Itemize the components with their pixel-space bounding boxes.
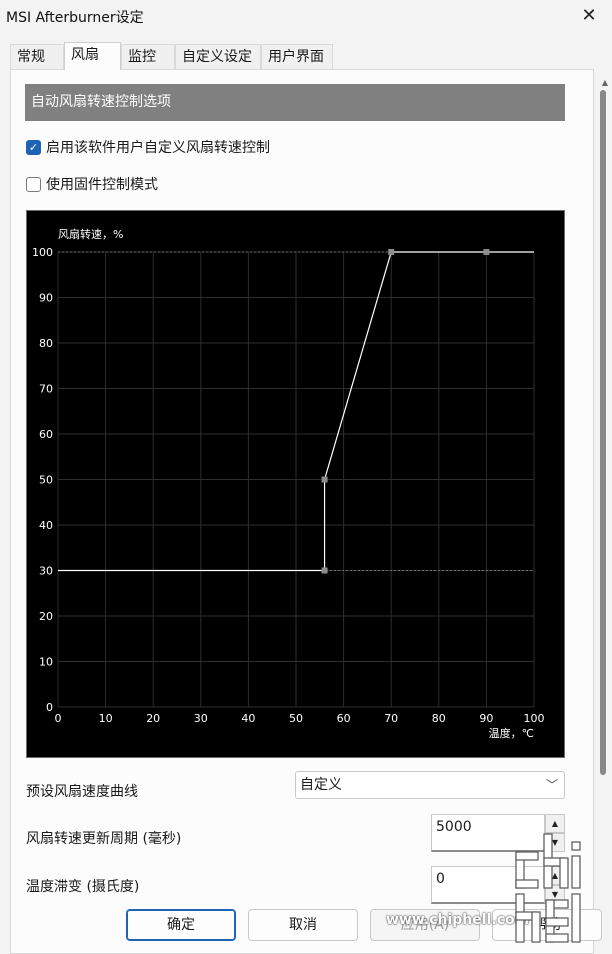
update-period-label: 风扇转速更新周期 (毫秒) (26, 831, 182, 847)
y-tick-label: 60 (39, 428, 53, 441)
fan-settings-panel: 自动风扇转速控制选项 ✓ 启用该软件用户自定义风扇转速控制 使用固件控制模式 0… (10, 69, 594, 954)
preset-curve-value: 自定义 (300, 777, 342, 793)
x-tick-label: 30 (194, 712, 208, 725)
firmware-control-mode-label: 使用固件控制模式 (46, 177, 158, 193)
fan-curve-svg[interactable]: 0 10 20 30 40 50 60 70 80 90 100 0 10 20 30 40 50 60 70 80 9… (27, 211, 564, 757)
curve-control-point[interactable] (483, 249, 490, 255)
y-tick-label: 10 (39, 656, 53, 669)
tab-user-interface[interactable]: 用户界面 (261, 44, 333, 70)
x-tick-label: 50 (289, 712, 303, 725)
curve-control-point[interactable] (321, 476, 328, 483)
x-tick-label: 70 (384, 712, 398, 725)
tab-monitoring[interactable]: 监控 (121, 44, 175, 70)
y-tick-label: 0 (46, 701, 53, 714)
tab-fan[interactable]: 风扇 (64, 42, 121, 70)
y-tick-label: 20 (39, 610, 53, 623)
chevron-down-icon: ﹀ (545, 778, 558, 792)
enable-custom-fan-control-label: 启用该软件用户自定义风扇转速控制 (46, 140, 270, 156)
close-button[interactable]: ✕ (566, 0, 612, 32)
x-tick-label: 0 (55, 712, 62, 725)
watermark-logo-icon (515, 833, 581, 943)
preset-curve-label: 预设风扇速度曲线 (26, 784, 138, 800)
checkbox-checked-icon[interactable]: ✓ (26, 139, 41, 155)
x-tick-label: 60 (337, 712, 351, 725)
x-tick-label: 20 (146, 712, 160, 725)
enable-custom-fan-control[interactable]: ✓ 启用该软件用户自定义风扇转速控制 (26, 137, 270, 157)
fan-curve-chart[interactable]: 0 10 20 30 40 50 60 70 80 90 100 0 10 20 30 40 50 60 70 80 9… (26, 210, 565, 758)
tab-profiles[interactable]: 自定义设定 (175, 44, 261, 70)
chart-x-axis-label: 温度，℃ (489, 726, 534, 740)
checkbox-unchecked-icon[interactable] (26, 176, 41, 192)
section-header: 自动风扇转速控制选项 (25, 84, 565, 121)
y-tick-label: 90 (39, 292, 53, 305)
hysteresis-label: 温度滞变 (摄氏度) (26, 879, 140, 895)
x-tick-label: 10 (99, 712, 113, 725)
chart-y-axis-label: 风扇转速，% (58, 227, 123, 241)
curve-control-point[interactable] (321, 567, 328, 574)
y-tick-label: 70 (39, 383, 53, 396)
y-tick-label: 100 (32, 246, 53, 259)
x-tick-label: 80 (432, 712, 446, 725)
x-tick-label: 100 (524, 712, 545, 725)
preset-curve-select[interactable]: 自定义 ﹀ (295, 771, 565, 799)
y-tick-label: 50 (39, 474, 53, 487)
x-tick-label: 40 (241, 712, 255, 725)
cancel-button[interactable]: 取消 (248, 909, 358, 941)
tab-general[interactable]: 常规 (10, 44, 64, 70)
watermark-text: www.chiphell.com (386, 912, 530, 928)
y-tick-label: 40 (39, 519, 53, 532)
firmware-control-mode[interactable]: 使用固件控制模式 (26, 174, 158, 194)
title-bar: MSI Afterburner设定 ✕ (0, 0, 612, 32)
ok-button[interactable]: 确定 (126, 909, 236, 941)
y-tick-label: 30 (39, 565, 53, 578)
panel-scrollbar[interactable] (600, 90, 606, 775)
y-tick-label: 80 (39, 337, 53, 350)
x-tick-label: 90 (479, 712, 493, 725)
scroll-up-icon[interactable]: ▲ (602, 78, 608, 87)
window-title: MSI Afterburner设定 (6, 10, 144, 26)
curve-control-point[interactable] (388, 249, 395, 255)
